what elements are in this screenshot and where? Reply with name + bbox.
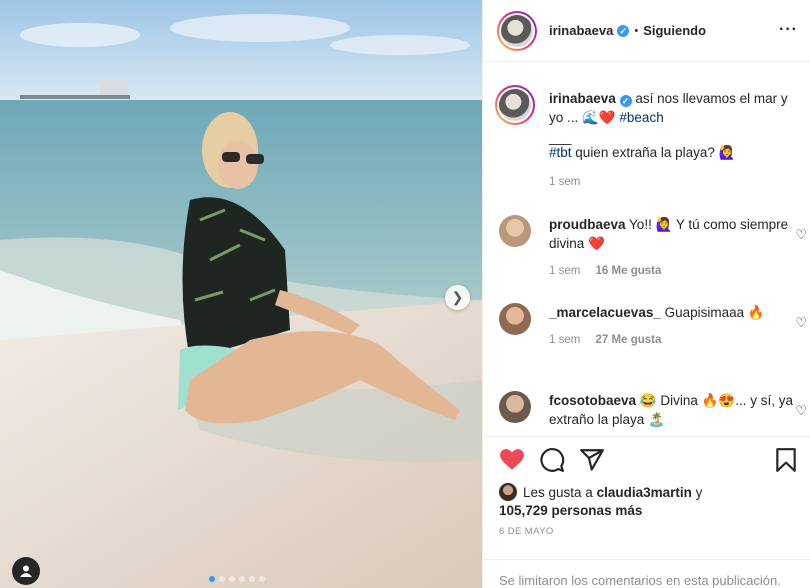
likes-summary: Les gusta a claudia3martin y 105,729 per… [499, 483, 799, 520]
comment-item: _marcelacuevas_ Guapisimaaa 🔥 1 sem 27 M… [497, 303, 807, 346]
comment-icon[interactable] [539, 447, 565, 473]
carousel-dot [259, 576, 265, 582]
comment-username[interactable]: _marcelacuevas_ [549, 305, 661, 320]
comment-item: proudbaeva Yo!! 🙋‍♀️ Y tú como siempre d… [497, 215, 807, 277]
caption-avatar[interactable] [495, 85, 535, 125]
comments-list[interactable]: irinabaeva ✓ así nos llevamos el mar y y… [483, 63, 810, 435]
liker-avatar[interactable] [499, 483, 517, 501]
comment-username[interactable]: fcosotobaeva [549, 393, 636, 408]
separator: • [634, 24, 639, 37]
next-photo-button[interactable]: ❯ [445, 285, 470, 310]
post-actions: Les gusta a claudia3martin y 105,729 per… [483, 436, 810, 588]
comment-text: Guapisimaaa 🔥 [664, 305, 765, 320]
author-avatar[interactable] [497, 10, 537, 51]
like-comment-icon[interactable]: ♡ [795, 403, 807, 419]
caption-username[interactable]: irinabaeva [549, 91, 616, 106]
carousel-dots [209, 576, 265, 582]
carousel-dot [219, 576, 225, 582]
author-username[interactable]: irinabaeva [549, 23, 613, 38]
carousel-dot [209, 576, 215, 582]
caption-text: quien extraña la playa? 🙋‍♀️ [575, 145, 736, 160]
commenter-avatar[interactable] [499, 303, 531, 335]
comment-likes[interactable]: 27 Me gusta [596, 334, 662, 346]
post-side-panel: irinabaeva ✓ • Siguiendo ··· irinabaeva … [482, 0, 810, 588]
more-options-icon[interactable]: ··· [779, 21, 798, 39]
comment-likes[interactable]: 16 Me gusta [596, 265, 662, 277]
like-comment-icon[interactable]: ♡ [795, 315, 807, 331]
caption-divider: ___ [549, 130, 572, 145]
likes-connector: y [695, 485, 703, 500]
bookmark-icon[interactable] [773, 447, 799, 473]
likes-count[interactable]: 105,729 personas más [499, 503, 642, 518]
comment-item: fcosotobaeva 😂 Divina 🔥😍... y sí, ya ext… [497, 391, 807, 429]
chevron-right-icon: ❯ [451, 289, 464, 305]
verified-badge-icon: ✓ [617, 24, 630, 37]
carousel-dot [229, 576, 235, 582]
beach-photo [0, 0, 482, 588]
post-photo[interactable]: ❯ [0, 0, 482, 588]
commenter-avatar[interactable] [499, 215, 531, 247]
likes-prefix: Les gusta a [523, 485, 593, 500]
hashtag-link[interactable]: #tbt [549, 145, 572, 160]
share-icon[interactable] [579, 447, 605, 473]
liker-username[interactable]: claudia3martin [597, 485, 692, 500]
carousel-dot [249, 576, 255, 582]
heart-filled-icon[interactable] [499, 447, 525, 473]
tagged-users-button[interactable] [12, 557, 40, 585]
comment-time[interactable]: 1 sem [549, 265, 580, 277]
comment-username[interactable]: proudbaeva [549, 217, 626, 232]
carousel-dot [239, 576, 245, 582]
action-icons [499, 447, 799, 475]
comment-time[interactable]: 1 sem [549, 334, 580, 346]
comments-limited-notice: Se limitaron los comentarios en esta pub… [483, 559, 810, 588]
commenter-avatar[interactable] [499, 391, 531, 423]
caption: irinabaeva ✓ así nos llevamos el mar y y… [495, 85, 797, 188]
post-header: irinabaeva ✓ • Siguiendo ··· [483, 0, 810, 62]
hashtag-link[interactable]: #beach [619, 110, 663, 125]
user-icon [20, 565, 32, 577]
verified-badge-icon: ✓ [619, 95, 632, 107]
following-button[interactable]: Siguiendo [643, 23, 706, 38]
caption-time[interactable]: 1 sem [549, 176, 580, 188]
like-comment-icon[interactable]: ♡ [795, 227, 807, 243]
post-date[interactable]: 6 DE MAYO [499, 526, 554, 537]
